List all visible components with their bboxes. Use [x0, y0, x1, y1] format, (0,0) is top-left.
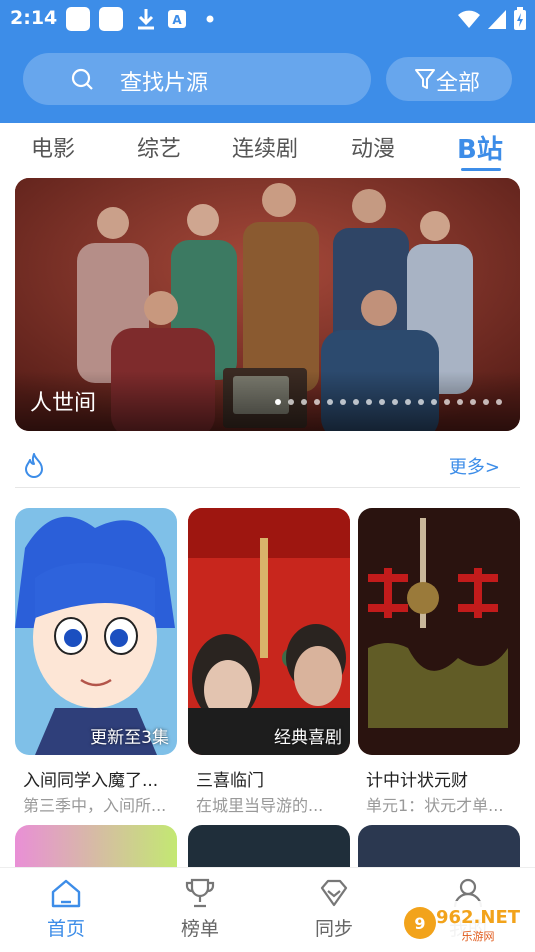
nav-ranking[interactable]: 榜单	[160, 876, 240, 941]
wifi-icon	[458, 10, 480, 28]
svg-text:962.NET: 962.NET	[436, 907, 521, 928]
carousel-dot[interactable]	[366, 399, 372, 405]
fire-icon	[25, 453, 43, 478]
carousel-dot[interactable]	[392, 399, 398, 405]
poster-image	[188, 508, 350, 755]
filter-label: 全部	[436, 71, 481, 96]
app-header: 2:14 A 查找片源 全部	[0, 0, 535, 123]
carousel-dot[interactable]	[496, 399, 502, 405]
search-placeholder: 查找片源	[120, 71, 209, 96]
card-title: 计中计状元财	[366, 771, 468, 791]
card-subtitle: 单元1：状元才单...	[366, 796, 504, 815]
carousel-dot[interactable]	[457, 399, 463, 405]
carousel-dot[interactable]	[483, 399, 489, 405]
app-notification-icon	[66, 7, 90, 31]
nav-sync-label: 同步	[314, 918, 353, 940]
trophy-icon	[185, 878, 215, 908]
carousel-dot[interactable]	[340, 399, 346, 405]
tab-variety[interactable]: 综艺	[137, 131, 181, 163]
carousel-dot[interactable]	[444, 399, 450, 405]
carousel-dot[interactable]	[327, 399, 333, 405]
filter-icon	[415, 69, 435, 89]
carousel-dot[interactable]	[470, 399, 476, 405]
battery-icon	[514, 7, 526, 30]
card-poster: 更新至3集	[15, 508, 177, 755]
carousel-dot[interactable]	[314, 399, 320, 405]
carousel-dot[interactable]	[405, 399, 411, 405]
category-tabs: 电影 综艺 连续剧 动漫 B站	[0, 123, 535, 175]
status-bar: 2:14 A	[0, 0, 535, 38]
status-time: 2:14	[10, 7, 58, 29]
search-bar[interactable]: 查找片源	[23, 53, 371, 105]
card-subtitle: 在城里当导游的...	[196, 796, 324, 815]
carousel-dot[interactable]	[288, 399, 294, 405]
nav-home[interactable]: 首页	[26, 876, 106, 941]
svg-text:A: A	[172, 13, 182, 27]
carousel-dot[interactable]	[353, 399, 359, 405]
carousel-dots	[275, 399, 502, 405]
dot-icon	[206, 15, 214, 23]
video-card-partial[interactable]	[358, 825, 520, 870]
carousel-dot[interactable]	[418, 399, 424, 405]
tab-anime[interactable]: 动漫	[351, 131, 395, 163]
card-badge: 更新至3集	[90, 728, 169, 748]
tab-movie[interactable]: 电影	[31, 131, 75, 163]
card-badge: 经典喜剧	[274, 728, 342, 748]
tab-series[interactable]: 连续剧	[232, 131, 298, 163]
card-poster	[358, 508, 520, 755]
carousel-dot[interactable]	[431, 399, 437, 405]
card-poster: 经典喜剧	[188, 508, 350, 755]
banner-carousel[interactable]: 人世间	[15, 178, 520, 431]
poster-image	[358, 508, 520, 755]
nav-ranking-label: 榜单	[180, 918, 219, 940]
watermark-logo: 9 962.NET 乐游网	[398, 901, 528, 945]
video-card-partial[interactable]	[15, 825, 177, 870]
banner-title: 人世间	[30, 391, 97, 416]
section-header: 更多>	[15, 448, 520, 488]
svg-text:乐游网: 乐游网	[462, 930, 495, 943]
download-icon	[138, 9, 154, 30]
video-card-partial[interactable]	[188, 825, 350, 870]
filter-all-button[interactable]: 全部	[386, 57, 512, 101]
card-subtitle: 第三季中，入间所...	[23, 796, 167, 815]
carousel-dot[interactable]	[379, 399, 385, 405]
signal-icon	[488, 10, 506, 29]
tab-indicator	[461, 168, 501, 171]
home-icon	[51, 879, 81, 908]
translate-icon: A	[168, 10, 186, 28]
card-title: 三喜临门	[196, 771, 264, 791]
tab-bilibili[interactable]: B站	[457, 129, 503, 166]
nav-home-label: 首页	[46, 918, 85, 940]
carousel-dot[interactable]	[275, 399, 281, 405]
svg-text:9: 9	[414, 914, 425, 933]
diamond-icon	[320, 879, 348, 907]
card-title: 入间同学入魔了...	[23, 771, 159, 791]
more-link[interactable]: 更多>	[449, 453, 500, 479]
poster-image	[15, 508, 177, 755]
nav-sync[interactable]: 同步	[294, 876, 374, 941]
app-notification-icon	[99, 7, 123, 31]
carousel-dot[interactable]	[301, 399, 307, 405]
search-icon	[71, 68, 93, 90]
